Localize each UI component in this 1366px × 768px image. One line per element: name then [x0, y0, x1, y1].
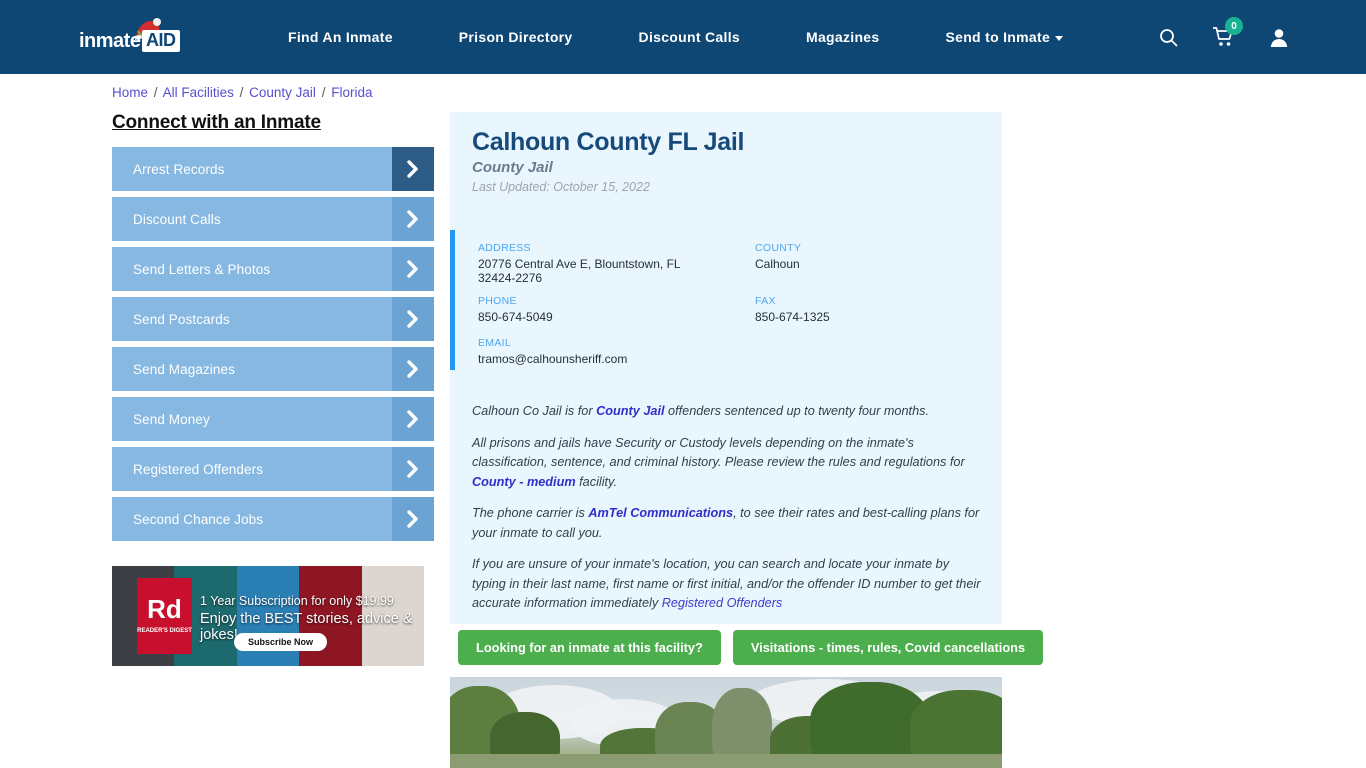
breadcrumb-separator: / — [239, 85, 244, 100]
visitations-button[interactable]: Visitations - times, rules, Covid cancel… — [732, 630, 1044, 665]
top-navigation-bar: inmate AID Find An Inmate Prison Directo… — [0, 0, 1366, 74]
chevron-right-icon — [392, 197, 434, 241]
sidebar-item-registered-offenders[interactable]: Registered Offenders — [112, 447, 434, 491]
sidebar-item-arrest-records[interactable]: Arrest Records — [112, 147, 434, 191]
page-title: Calhoun County FL Jail — [472, 128, 745, 156]
chevron-right-icon — [392, 397, 434, 441]
sidebar-item-send-postcards[interactable]: Send Postcards — [112, 297, 434, 341]
site-logo[interactable]: inmate AID — [79, 18, 189, 56]
chevron-right-icon — [392, 147, 434, 191]
text-fragment: All prisons and jails have Security or C… — [472, 435, 965, 470]
sidebar-item-label: Second Chance Jobs — [133, 511, 264, 527]
sidebar-item-send-money[interactable]: Send Money — [112, 397, 434, 441]
ad-brand-sub: READER'S DIGEST — [137, 628, 192, 634]
detail-value: Calhoun — [755, 257, 800, 271]
text-fragment: The phone carrier is — [472, 506, 589, 520]
facility-description: Calhoun Co Jail is for County Jail offen… — [472, 402, 984, 626]
logo-wordmark: inmate — [79, 30, 141, 52]
nav-item-send-to-inmate[interactable]: Send to Inmate — [912, 29, 1096, 45]
detail-fax: FAX 850-674-1325 — [755, 295, 955, 324]
detail-email: EMAIL tramos@calhounsheriff.com — [478, 337, 778, 366]
chevron-right-icon — [392, 347, 434, 391]
sidebar-item-second-chance-jobs[interactable]: Second Chance Jobs — [112, 497, 434, 541]
facility-exterior-photo — [450, 677, 1002, 768]
shopping-cart-icon[interactable]: 0 — [1196, 0, 1251, 74]
ad-brand: Rd — [147, 594, 182, 624]
sidebar-item-label: Registered Offenders — [133, 461, 264, 477]
sidebar-item-label: Send Money — [133, 411, 210, 427]
detail-value: tramos@calhounsheriff.com — [478, 352, 628, 366]
breadcrumb: Home / All Facilities / County Jail / Fl… — [112, 85, 372, 100]
nav-item-prison-directory[interactable]: Prison Directory — [426, 29, 606, 45]
ad-subscribe-button[interactable]: Subscribe Now — [234, 633, 328, 651]
detail-label: PHONE — [478, 295, 517, 307]
user-account-icon[interactable] — [1251, 0, 1306, 74]
detail-address: ADDRESS 20776 Central Ave E, Blountstown… — [478, 242, 708, 285]
link-amtel-communications[interactable]: AmTel Communications — [588, 506, 733, 520]
breadcrumb-separator: / — [321, 85, 326, 100]
breadcrumb-item-county-jail[interactable]: County Jail — [249, 85, 316, 100]
sidebar-item-discount-calls[interactable]: Discount Calls — [112, 197, 434, 241]
detail-label: EMAIL — [478, 337, 512, 349]
sidebar-item-send-letters-photos[interactable]: Send Letters & Photos — [112, 247, 434, 291]
sidebar-item-label: Send Letters & Photos — [133, 261, 271, 277]
description-paragraph-1: Calhoun Co Jail is for County Jail offen… — [472, 402, 984, 422]
detail-value: 850-674-1325 — [755, 310, 830, 324]
sidebar-item-label: Arrest Records — [133, 161, 225, 177]
description-paragraph-4: If you are unsure of your inmate's locat… — [472, 555, 984, 614]
description-paragraph-3: The phone carrier is AmTel Communication… — [472, 504, 984, 543]
nav-item-send-to-inmate-label: Send to Inmate — [945, 29, 1051, 45]
sidebar-heading: Connect with an Inmate — [112, 112, 321, 133]
search-icon[interactable] — [1141, 0, 1196, 74]
breadcrumb-item-all-facilities[interactable]: All Facilities — [163, 85, 234, 100]
link-county-jail[interactable]: County Jail — [596, 404, 664, 418]
nav-item-discount-calls[interactable]: Discount Calls — [606, 29, 773, 45]
chevron-down-icon — [1055, 35, 1064, 41]
nav-item-find-an-inmate[interactable]: Find An Inmate — [255, 29, 426, 45]
detail-value: 850-674-5049 — [478, 310, 553, 324]
detail-label: ADDRESS — [478, 242, 531, 254]
chevron-right-icon — [392, 297, 434, 341]
detail-county: COUNTY Calhoun — [755, 242, 955, 271]
nav-item-magazines[interactable]: Magazines — [773, 29, 913, 45]
cart-count-badge: 0 — [1225, 17, 1243, 35]
accent-bar — [450, 230, 455, 370]
detail-label: FAX — [755, 295, 776, 307]
breadcrumb-item-home[interactable]: Home — [112, 85, 148, 100]
chevron-right-icon — [392, 497, 434, 541]
sidebar: Connect with an Inmate Arrest Records Di… — [112, 112, 434, 547]
inmate-search-button[interactable]: Looking for an inmate at this facility? — [458, 630, 721, 665]
link-county-medium[interactable]: County - medium — [472, 475, 576, 489]
sidebar-item-label: Discount Calls — [133, 211, 221, 227]
chevron-right-icon — [392, 247, 434, 291]
text-fragment: offenders sentenced up to twenty four mo… — [664, 404, 929, 418]
nav-links: Find An Inmate Prison Directory Discount… — [255, 0, 1096, 74]
detail-value: 20776 Central Ave E, Blountstown, FL 324… — [478, 257, 681, 285]
link-registered-offenders[interactable]: Registered Offenders — [662, 596, 783, 610]
facility-contact-details: ADDRESS 20776 Central Ave E, Blountstown… — [450, 222, 1002, 377]
description-paragraph-2: All prisons and jails have Security or C… — [472, 434, 984, 493]
sidebar-item-send-magazines[interactable]: Send Magazines — [112, 347, 434, 391]
action-buttons: Looking for an inmate at this facility? … — [458, 630, 1044, 665]
ad-headline: 1 Year Subscription for only $19.99 — [200, 594, 394, 608]
advertisement-banner[interactable]: Rd READER'S DIGEST 1 Year Subscription f… — [112, 566, 424, 666]
facility-type: County Jail — [472, 159, 553, 176]
facility-info-card: Calhoun County FL Jail County Jail Last … — [450, 112, 1002, 624]
detail-label: COUNTY — [755, 242, 802, 254]
detail-phone: PHONE 850-674-5049 — [478, 295, 708, 324]
logo-badge-aid: AID — [142, 30, 180, 52]
breadcrumb-separator: / — [153, 85, 158, 100]
sidebar-item-label: Send Postcards — [133, 311, 230, 327]
readers-digest-logo: Rd READER'S DIGEST — [137, 578, 192, 654]
chevron-right-icon — [392, 447, 434, 491]
nav-icon-group: 0 — [1141, 0, 1306, 74]
text-fragment: facility. — [575, 474, 617, 489]
sidebar-item-label: Send Magazines — [133, 361, 235, 377]
last-updated-text: Last Updated: October 15, 2022 — [472, 180, 650, 194]
breadcrumb-item-florida[interactable]: Florida — [331, 85, 372, 100]
text-fragment: Calhoun Co Jail is for — [472, 404, 597, 418]
